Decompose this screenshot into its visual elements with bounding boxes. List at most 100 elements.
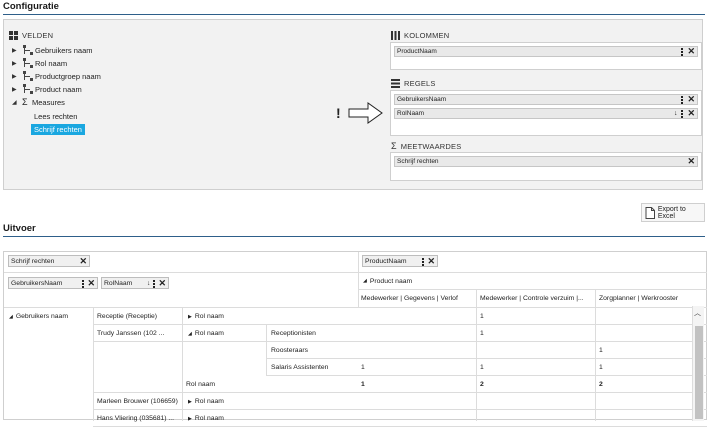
sort-arrow-icon[interactable]: ↓ [147,280,150,287]
close-icon[interactable]: ✕ [687,95,695,104]
fields-header-label: VELDEN [22,31,54,40]
tree-item-label: Measures [32,97,65,107]
value-cell: 2 [480,381,484,388]
config-title: Configuratie [3,1,59,12]
row-header-label: Rol naam [194,313,224,320]
more-options-icon[interactable] [681,95,684,104]
row-header-label: Rol naam [194,330,224,337]
tree-item-gebruikers-naam[interactable]: ▶ Gebruikers naam [12,44,93,56]
columns-header: KOLOMMEN [391,31,449,40]
expand-arrow-icon[interactable]: ▶ [12,47,22,54]
collapse-arrow-icon[interactable]: ◢ [188,331,192,337]
more-options-icon[interactable] [422,257,425,266]
grid-line [266,325,267,376]
row-header-role[interactable]: Roosteraars [268,342,356,359]
value-cell: 2 [599,381,603,388]
annotation-exclamation: ! [336,105,341,121]
column-header[interactable]: Medewerker | Gegevens | Verlof [358,290,476,307]
close-icon[interactable]: ✕ [87,279,95,288]
expand-arrow-icon[interactable]: ▶ [12,86,22,93]
tree-item-measures[interactable]: ◢ Σ Measures [12,96,65,108]
measure-schrijf-rechten[interactable]: Schrijf rechten [31,124,85,135]
output-row-pill-gebruikersnaam[interactable]: GebruikersNaam ✕ [8,277,98,289]
close-icon[interactable]: ✕ [427,257,435,266]
scroll-up-icon[interactable]: ︿ [694,308,701,318]
config-title-rule [3,14,705,15]
output-row-pill-rolnaam[interactable]: RolNaam ↓ ✕ [101,277,169,289]
more-options-icon[interactable] [153,279,156,288]
vertical-scrollbar[interactable]: ︿ [692,306,704,421]
collapse-arrow-icon[interactable]: ◢ [12,99,22,106]
row-header-user[interactable]: Receptie (Receptie) [94,308,182,325]
annotation-arrow-icon [348,102,383,124]
column-group-label: Product naam [369,277,413,285]
sigma-icon: Σ [391,141,397,151]
rows-drop-zone[interactable]: GebruikersNaam ✕ RolNaam ↓ ✕ [390,90,702,136]
row-header-rol-naam[interactable]: ▶ Rol naam [185,410,265,427]
value-cell: 1 [480,313,484,320]
row-header-role[interactable]: Receptionisten [268,325,356,342]
column-group-header[interactable]: ◢ Product naam [360,273,412,289]
collapse-arrow-icon[interactable]: ◢ [363,278,367,284]
export-to-excel-button[interactable]: Export to Excel [641,203,705,222]
collapse-arrow-icon[interactable]: ◢ [9,314,13,320]
value-cell: 1 [480,330,484,337]
row-header-user[interactable]: Trudy Janssen (102 ... [94,325,182,342]
row-header-gebruikers-naam[interactable]: ◢ Gebruikers naam [6,308,92,325]
row-header-role[interactable]: Salaris Assistenten [268,359,356,376]
pill-label: RolNaam [397,110,425,117]
config-panel: VELDEN ▶ Gebruikers naam ▶ Rol naam ▶ Pr… [3,19,703,190]
output-title: Uitvoer [3,223,36,234]
scroll-thumb[interactable] [695,326,703,419]
tree-item-productgroep-naam[interactable]: ▶ Productgroep naam [12,70,101,82]
row-header-rol-naam[interactable]: ◢ Rol naam [185,325,265,342]
sort-arrow-icon[interactable]: ↓ [674,110,678,117]
tree-item-label: Gebruikers naam [35,45,93,55]
row-header-rol-naam[interactable]: ▶ Rol naam [185,308,265,325]
value-cell: 1 [599,364,603,371]
expand-arrow-icon[interactable]: ▶ [188,416,192,422]
close-icon[interactable]: ✕ [687,157,695,166]
row-total-rol-naam[interactable]: Rol naam [183,376,263,393]
row-header-rol-naam[interactable]: ▶ Rol naam [185,393,265,410]
tree-item-label: Productgroep naam [35,71,101,81]
close-icon[interactable]: ✕ [687,109,695,118]
expand-arrow-icon[interactable]: ▶ [12,60,22,67]
tree-item-product-naam[interactable]: ▶ Product naam [12,83,82,95]
pill-label: GebruikersNaam [11,279,63,287]
columns-drop-zone[interactable]: ProductNaam ✕ [390,42,702,70]
value-cell: 1 [599,347,603,354]
output-measure-pill[interactable]: Schrijf rechten ✕ [8,255,90,267]
hierarchy-icon [22,71,33,81]
fields-header: VELDEN [9,31,53,40]
row-pill-rolnaam[interactable]: RolNaam ↓ ✕ [394,108,698,119]
expand-arrow-icon[interactable]: ▶ [12,73,22,80]
close-icon[interactable]: ✕ [687,47,695,56]
measure-lees-rechten[interactable]: Lees rechten [31,111,80,122]
more-options-icon[interactable] [681,109,684,118]
measures-drop-zone[interactable]: Schrijf rechten ✕ [390,152,702,181]
measures-zone-header-label: MEETWAARDES [400,141,462,151]
row-pill-gebruikersnaam[interactable]: GebruikersNaam ✕ [394,94,698,105]
close-icon[interactable]: ✕ [79,257,87,266]
pill-label: ProductNaam [365,257,407,265]
columns-header-label: KOLOMMEN [404,31,450,40]
pill-label: Schrijf rechten [397,158,439,165]
output-column-pill[interactable]: ProductNaam ✕ [362,255,438,267]
row-header-label: Rol naam [194,415,224,422]
column-header[interactable]: Medewerker | Controle verzuim |... [477,290,595,307]
expand-arrow-icon[interactable]: ▶ [188,399,192,405]
column-header[interactable]: Zorgplanner | Werkrooster [596,290,696,307]
row-header-user[interactable]: Marleen Brouwer (106659) [94,393,182,410]
close-icon[interactable]: ✕ [158,279,166,288]
column-pill-productnaam[interactable]: ProductNaam ✕ [394,46,698,57]
expand-arrow-icon[interactable]: ▶ [188,314,192,320]
row-header-user[interactable]: Hans Vliering (035681) ... [94,410,182,427]
measure-pill-schrijf-rechten[interactable]: Schrijf rechten ✕ [394,156,698,167]
more-options-icon[interactable] [681,47,684,56]
columns-icon [391,31,400,40]
more-options-icon[interactable] [82,279,85,288]
row-header-label: Rol naam [186,381,216,388]
hierarchy-icon [22,84,33,94]
tree-item-rol-naam[interactable]: ▶ Rol naam [12,57,67,69]
